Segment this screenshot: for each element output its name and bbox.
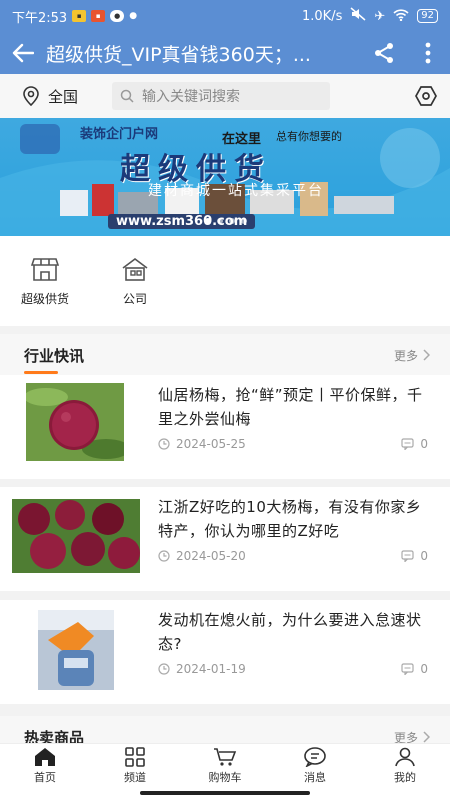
- chevron-right-icon: [423, 349, 430, 361]
- system-home-indicator: [0, 788, 450, 800]
- clock-icon: [158, 550, 170, 562]
- banner-dot: [229, 218, 235, 224]
- comment-icon: [401, 663, 414, 675]
- home-icon: [35, 748, 55, 766]
- news-thumbnail: [38, 610, 114, 690]
- banner-subline: 建材商城一站式集采平台: [148, 183, 324, 199]
- news-comments: 0: [401, 549, 428, 563]
- location-selector[interactable]: 全国: [0, 86, 112, 107]
- tab-profile[interactable]: 我的: [360, 744, 450, 788]
- user-icon: [395, 747, 415, 767]
- engine-photo-image: [38, 610, 114, 690]
- shop-icon: [31, 257, 59, 281]
- home-indicator-pill[interactable]: [140, 791, 310, 795]
- tab-home[interactable]: 首页: [0, 744, 90, 788]
- mute-icon: [350, 7, 366, 25]
- page-title: 超级供货_VIP真省钱360天；...: [46, 43, 311, 66]
- search-placeholder: 输入关键词搜索: [142, 89, 240, 105]
- banner-tagline-b: 总有你想要的: [276, 130, 342, 143]
- tab-channel[interactable]: 频道: [90, 744, 180, 788]
- news-item[interactable]: 江浙Z好吃的10大杨梅，有没有你家乡特产，你认为哪里的Z好吃 2024-05-2…: [0, 487, 450, 591]
- tab-label: 我的: [394, 771, 416, 784]
- more-label: 更多: [393, 348, 418, 363]
- app-notification-icon: ▪: [91, 10, 106, 22]
- news-title: 江浙Z好吃的10大杨梅，有没有你家乡特产，你认为哪里的Z好吃: [158, 498, 422, 540]
- news-comments: 0: [401, 437, 428, 451]
- banner-dot: [241, 218, 247, 224]
- title-bar: 超级供货_VIP真省钱360天；...: [0, 32, 450, 74]
- search-input[interactable]: 输入关键词搜索: [112, 82, 330, 110]
- news-comment-count: 0: [420, 549, 428, 563]
- status-time: 下午2:53: [12, 10, 68, 26]
- news-thumbnail: [12, 499, 140, 573]
- clock-icon: [158, 663, 170, 675]
- news-date-text: 2024-05-25: [176, 437, 246, 451]
- quick-link-company[interactable]: 公司: [90, 236, 180, 326]
- search-icon: [120, 89, 134, 103]
- tab-messages[interactable]: 消息: [270, 744, 360, 788]
- news-more-link[interactable]: 更多: [394, 347, 430, 364]
- tab-label: 首页: [34, 771, 56, 784]
- bayberry-pile-image: [12, 499, 140, 573]
- location-label: 全国: [48, 87, 79, 106]
- battery-indicator: 92: [417, 9, 438, 23]
- quick-link-super-supply[interactable]: 超级供货: [0, 236, 90, 326]
- news-thumbnail: [26, 383, 124, 461]
- bottom-tab-bar: 首页 频道 购物车 消息 我的: [0, 743, 450, 788]
- notification-icon: ▪: [72, 10, 87, 22]
- tab-label: 消息: [304, 771, 326, 784]
- clock-icon: [158, 438, 170, 450]
- airplane-icon: ✈: [374, 8, 386, 24]
- scan-button[interactable]: [402, 85, 450, 107]
- cart-icon: [214, 748, 237, 766]
- wifi-icon: [393, 8, 409, 25]
- message-icon: [304, 747, 326, 767]
- more-menu-button[interactable]: [406, 32, 450, 74]
- location-pin-icon: [23, 86, 39, 106]
- news-comment-count: 0: [420, 662, 428, 676]
- tab-label: 购物车: [208, 771, 242, 784]
- share-icon: [375, 43, 393, 63]
- quick-link-label: 超级供货: [20, 291, 69, 306]
- news-date: 2024-05-20: [158, 549, 246, 563]
- news-comment-count: 0: [420, 437, 428, 451]
- quick-link-label: 公司: [122, 291, 147, 306]
- search-row: 全国 输入关键词搜索: [0, 74, 450, 118]
- news-comments: 0: [401, 662, 428, 676]
- share-button[interactable]: [362, 32, 406, 74]
- news-section-title: 行业快讯: [24, 346, 85, 365]
- banner-dot: [217, 218, 223, 224]
- news-title: 仙居杨梅，抢“鲜”预定丨平价保鲜，千里之外尝仙梅: [158, 386, 423, 428]
- comment-icon: [401, 438, 414, 450]
- news-date-text: 2024-05-20: [176, 549, 246, 563]
- more-notifications-dot: ●: [129, 11, 138, 21]
- arrow-left-icon: [12, 43, 34, 63]
- app-page: 下午2:53 ▪ ▪ ● ● 1.0K/s ✈ 92 超级供货_VIP真省钱36…: [0, 0, 450, 800]
- banner-logo-text: 装饰企门户网: [80, 127, 159, 142]
- banner-pagination: [205, 218, 247, 224]
- network-speed: 1.0K/s: [302, 8, 343, 24]
- quick-links: 超级供货 公司: [0, 236, 450, 326]
- news-title: 发动机在熄火前，为什么要进入怠速状态?: [158, 611, 422, 653]
- qq-icon: ●: [110, 10, 125, 22]
- chevron-right-icon: [423, 731, 430, 743]
- back-button[interactable]: [0, 32, 46, 74]
- building-icon: [122, 257, 148, 281]
- tab-cart[interactable]: 购物车: [180, 744, 270, 788]
- hexagon-scan-icon: [415, 86, 437, 106]
- comment-icon: [401, 550, 414, 562]
- news-item[interactable]: 发动机在熄火前，为什么要进入怠速状态? 2024-01-19 0: [0, 600, 450, 704]
- news-date-text: 2024-01-19: [176, 662, 246, 676]
- news-section-header: 行业快讯 更多: [0, 334, 450, 376]
- news-date: 2024-05-25: [158, 437, 246, 451]
- news-date: 2024-01-19: [158, 662, 246, 676]
- news-item[interactable]: 仙居杨梅，抢“鲜”预定丨平价保鲜，千里之外尝仙梅 2024-05-25 0: [0, 375, 450, 479]
- section-title-underline: [24, 371, 58, 374]
- tab-label: 频道: [124, 771, 146, 784]
- more-vertical-icon: [425, 42, 431, 64]
- status-bar: 下午2:53 ▪ ▪ ● ● 1.0K/s ✈ 92: [0, 0, 450, 32]
- banner-dot: [205, 218, 211, 224]
- bayberry-image: [26, 383, 124, 461]
- grid-icon: [125, 747, 145, 767]
